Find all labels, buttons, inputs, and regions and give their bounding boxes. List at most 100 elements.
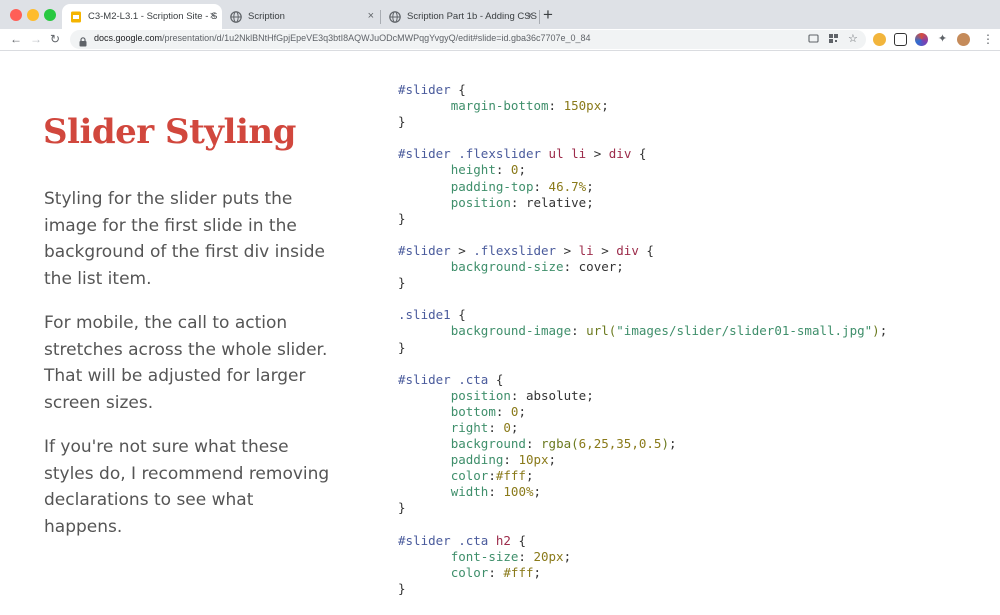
css-code-block: #slider { margin-bottom: 150px;} #slider…	[398, 82, 887, 597]
code-token: ;	[518, 162, 526, 178]
code-token: #slider	[398, 242, 451, 258]
slide-title: Slider Styling	[43, 112, 296, 152]
code-token: background-image	[450, 323, 572, 339]
globe-icon	[389, 10, 401, 23]
minimize-window-button[interactable]	[27, 9, 39, 21]
code-line: background: rgba(6,25,35,0.5);	[398, 436, 887, 452]
code-token: >	[450, 242, 474, 258]
code-token: rgba(	[541, 436, 579, 452]
code-token: :	[495, 162, 511, 178]
code-line: #slider .cta {	[398, 372, 887, 388]
code-token: ;	[525, 468, 534, 484]
code-token: :	[525, 436, 542, 452]
code-token: {	[510, 532, 526, 548]
close-tab-icon[interactable]: ×	[210, 10, 216, 22]
code-token: }	[398, 275, 406, 291]
code-token: ;	[510, 419, 519, 435]
code-token: margin-bottom	[450, 98, 549, 114]
tab-label: C3-M2-L3.1 - Scription Site - S	[88, 11, 218, 22]
code-token: ;	[586, 194, 594, 210]
code-token: #fff	[495, 468, 526, 484]
code-token: ;	[668, 436, 677, 452]
extension-notion-icon[interactable]	[894, 33, 907, 46]
code-token: ;	[616, 259, 624, 275]
code-token: :	[533, 178, 549, 194]
address-bar[interactable]: docs.google.com/presentation/d/1u2NklBNt…	[70, 30, 866, 49]
new-tab-button[interactable]: +	[543, 6, 553, 23]
tab-label: Scription Part 1b - Adding CSS	[407, 11, 537, 22]
code-token: right	[450, 419, 489, 435]
browser-toolbar: ← → ↻ docs.google.com/presentation/d/1u2…	[0, 29, 1000, 51]
code-token: 150px	[563, 98, 602, 114]
code-token: ;	[518, 403, 526, 419]
cast-icon[interactable]	[808, 33, 819, 48]
slides-icon	[70, 11, 82, 23]
code-token: .flexslider	[473, 242, 557, 258]
code-token: {	[631, 146, 647, 162]
qr-code-icon[interactable]	[828, 33, 839, 48]
close-tab-icon[interactable]: ×	[527, 10, 533, 22]
code-line: }	[398, 581, 887, 597]
puzzle-extensions-icon[interactable]: ✦	[936, 33, 949, 46]
code-token: #slider	[398, 146, 451, 162]
code-token: }	[398, 210, 406, 226]
close-tab-icon[interactable]: ×	[368, 10, 374, 22]
code-token: .slide1	[398, 307, 451, 323]
code-token: url(	[586, 323, 617, 339]
zoom-window-button[interactable]	[44, 9, 56, 21]
slide-paragraph: If you're not sure what these styles do,…	[44, 437, 330, 537]
code-line: width: 100%;	[398, 484, 887, 500]
tab-scription[interactable]: Scription ×	[222, 4, 380, 29]
code-token: div	[608, 146, 632, 162]
code-line: right: 0;	[398, 420, 887, 436]
code-line: padding: 10px;	[398, 452, 887, 468]
code-token: #fff	[503, 564, 534, 580]
code-token: height	[450, 162, 496, 178]
code-line: color:#fff;	[398, 468, 887, 484]
extension-color-icon[interactable]	[915, 33, 928, 46]
code-token: li	[578, 242, 594, 258]
tab-scription-part-1b[interactable]: Scription Part 1b - Adding CSS ×	[381, 4, 539, 29]
code-token: 100%	[503, 484, 534, 500]
close-window-button[interactable]	[10, 9, 22, 21]
tab-scription-site-slides[interactable]: C3-M2-L3.1 - Scription Site - S ×	[62, 4, 222, 29]
extension-yellow-icon[interactable]	[873, 33, 886, 46]
code-line: }	[398, 114, 887, 130]
code-token: :	[503, 452, 519, 468]
code-line: }	[398, 340, 887, 356]
code-token: :	[495, 403, 511, 419]
avatar[interactable]	[957, 33, 970, 46]
forward-arrow-icon[interactable]: →	[30, 32, 42, 46]
code-token: :	[488, 419, 504, 435]
more-menu-icon[interactable]: ⋮	[982, 32, 994, 46]
code-line: font-size: 20px;	[398, 549, 887, 565]
bookmark-star-icon[interactable]: ☆	[848, 33, 858, 46]
back-arrow-icon[interactable]: ←	[10, 32, 22, 46]
code-token: ;	[601, 98, 609, 114]
code-token: 10px	[518, 452, 549, 468]
code-token: .cta	[458, 532, 489, 548]
url-text: docs.google.com/presentation/d/1u2NklBNt…	[94, 33, 591, 43]
code-line: position: absolute;	[398, 388, 887, 404]
code-token: :	[548, 98, 564, 114]
code-token: absolute	[525, 387, 587, 403]
code-line: }	[398, 500, 887, 516]
code-token: "images/slider/slider01-small.jpg"	[616, 323, 873, 339]
code-token: relative	[525, 194, 587, 210]
code-line: margin-bottom: 150px;	[398, 98, 887, 114]
url-path: /presentation/d/1u2NklBNtHfGpjEpeVE3q3bt…	[162, 33, 591, 43]
code-line: }	[398, 211, 887, 227]
code-token: #slider	[398, 532, 451, 548]
reload-icon[interactable]: ↻	[50, 32, 60, 46]
code-line: padding-top: 46.7%;	[398, 179, 887, 195]
presentation-slide: Slider Styling Styling for the slider pu…	[0, 52, 1000, 615]
